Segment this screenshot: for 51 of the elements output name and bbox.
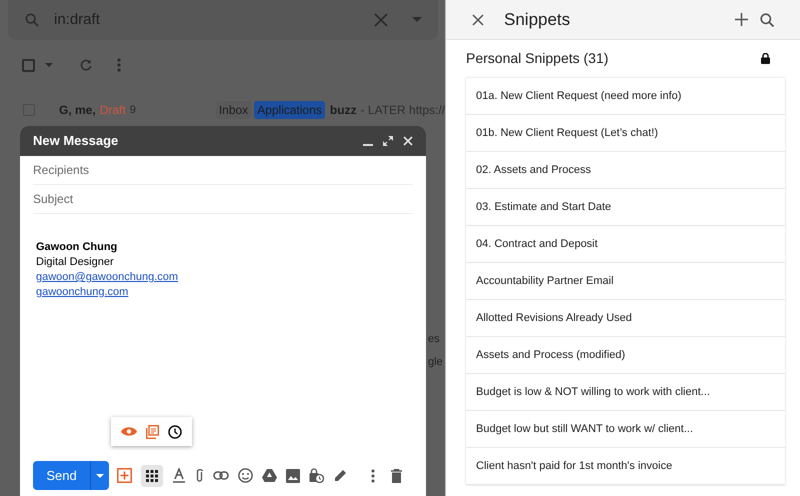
snippet-item[interactable]: Budget is low & NOT willing to work with client... bbox=[466, 374, 785, 411]
add-box-icon[interactable] bbox=[117, 468, 132, 483]
website-link[interactable]: gawoonchung.com bbox=[36, 285, 128, 300]
snippet-item[interactable]: Assets and Process (modified) bbox=[466, 337, 785, 374]
snippet-item[interactable]: Accountability Partner Email bbox=[466, 263, 785, 300]
compose-title: New Message bbox=[33, 132, 120, 150]
send-button[interactable]: Send bbox=[33, 461, 90, 490]
subject-field[interactable]: Subject bbox=[33, 185, 413, 214]
snippet-item[interactable]: Client hasn't paid for 1st month's invoice bbox=[466, 448, 785, 485]
add-icon[interactable] bbox=[735, 13, 748, 26]
pen-icon[interactable] bbox=[333, 468, 347, 482]
lock-clock-icon[interactable] bbox=[309, 468, 324, 483]
send-options-button[interactable] bbox=[90, 461, 109, 490]
expand-icon[interactable] bbox=[383, 136, 393, 146]
snippet-item[interactable]: Allotted Revisions Already Used bbox=[466, 300, 785, 337]
search-icon bbox=[24, 12, 40, 28]
snippet-item[interactable]: 04. Contract and Deposit bbox=[466, 226, 785, 263]
snippet-item[interactable]: Budget low but still WANT to work w/ client... bbox=[466, 411, 785, 448]
paperclip-icon[interactable] bbox=[195, 468, 204, 483]
eye-icon[interactable] bbox=[121, 426, 138, 437]
clock-icon[interactable] bbox=[168, 424, 182, 438]
snippet-item[interactable]: 03. Estimate and Start Date bbox=[466, 189, 785, 226]
email-link[interactable]: gawoon@gawoonchung.com bbox=[36, 270, 178, 285]
document-stack-icon[interactable] bbox=[146, 424, 159, 438]
padlock-icon bbox=[761, 52, 770, 64]
link-icon[interactable] bbox=[213, 471, 229, 480]
caret-icon bbox=[96, 474, 104, 478]
background-text: es bbox=[428, 332, 441, 347]
image-icon[interactable] bbox=[286, 468, 300, 482]
trash-icon[interactable] bbox=[391, 468, 402, 482]
select-checkbox[interactable] bbox=[22, 58, 35, 72]
more-icon[interactable] bbox=[371, 468, 375, 482]
background-text: gle bbox=[428, 354, 443, 370]
signature-name: Gawoon Chung bbox=[36, 240, 118, 255]
text-color-icon[interactable] bbox=[172, 468, 186, 483]
emoji-icon[interactable] bbox=[238, 468, 253, 483]
search-icon[interactable] bbox=[760, 12, 774, 26]
grid-icon[interactable] bbox=[141, 464, 163, 486]
email-subject: buzz bbox=[330, 102, 357, 119]
snippet-item[interactable]: 02. Assets and Process bbox=[466, 152, 785, 189]
snippet-item[interactable]: 01b. New Client Request (Let’s chat!) bbox=[466, 115, 785, 152]
search-query: in:draft bbox=[54, 10, 101, 30]
drive-icon[interactable] bbox=[262, 469, 277, 482]
signature-title: Digital Designer bbox=[36, 255, 114, 270]
sender-names: G, me, bbox=[59, 102, 96, 119]
section-heading: Personal Snippets (31) bbox=[466, 48, 610, 68]
recipients-field[interactable]: Recipients bbox=[33, 156, 413, 185]
panel-title: Snippets bbox=[504, 8, 572, 31]
draft-label: Draft bbox=[100, 102, 126, 119]
snippet-item[interactable]: 01a. New Client Request (need more info) bbox=[466, 78, 785, 115]
close-icon[interactable] bbox=[472, 14, 484, 26]
